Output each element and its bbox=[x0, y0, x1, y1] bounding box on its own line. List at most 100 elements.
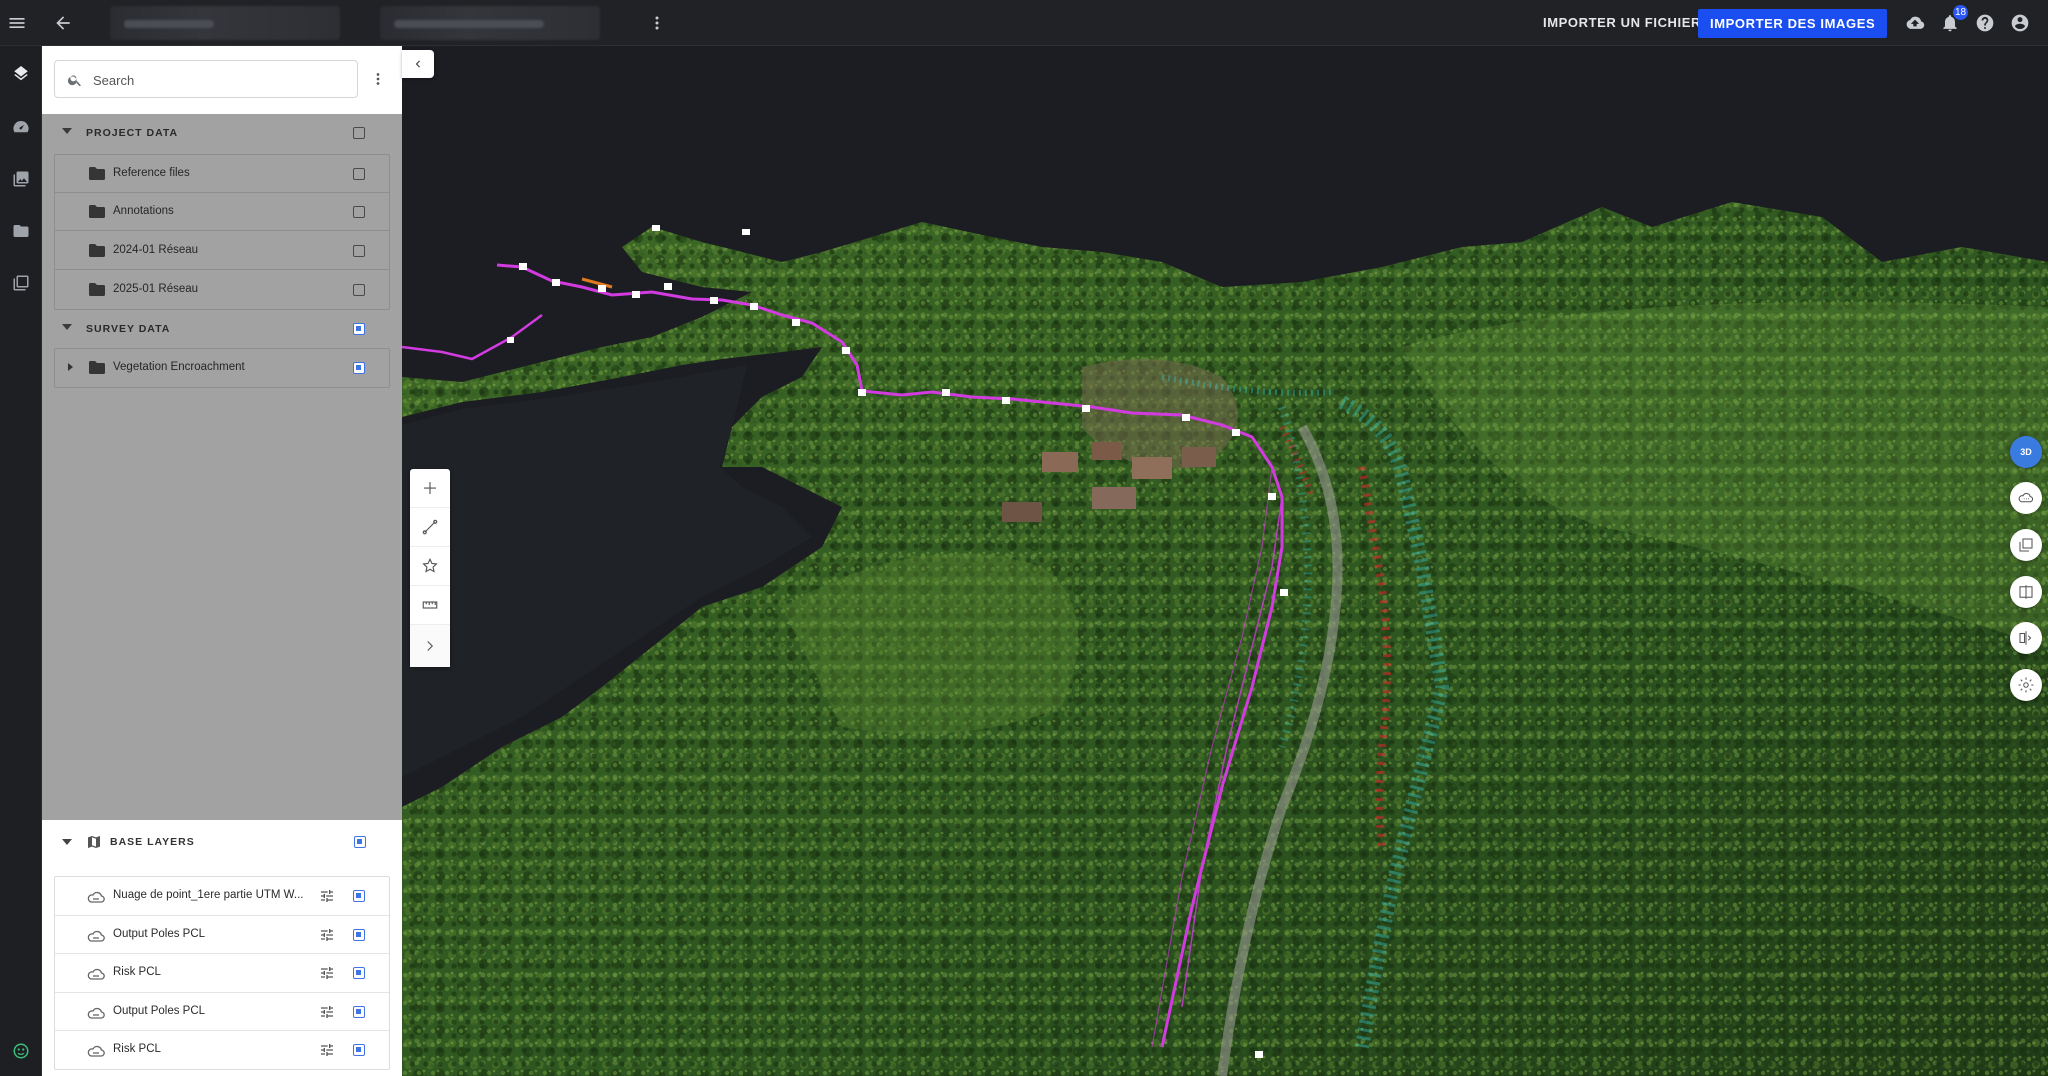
base-layers-title: BASE LAYERS bbox=[110, 836, 195, 848]
search-bar bbox=[42, 46, 402, 114]
point-cloud-icon bbox=[87, 890, 105, 903]
layer-row[interactable]: Output Poles PCL bbox=[55, 993, 389, 1031]
layer-row[interactable]: Nuage de point_1ere partie UTM W... bbox=[55, 877, 389, 916]
chevron-right-icon bbox=[427, 641, 434, 651]
layer-row[interactable]: Risk PCL bbox=[55, 954, 389, 993]
list-item-label: Annotations bbox=[113, 205, 174, 217]
item-checkbox[interactable] bbox=[353, 206, 365, 218]
base-layers-collapse-icon[interactable] bbox=[62, 839, 72, 845]
base-layers-checkbox[interactable] bbox=[354, 836, 366, 848]
base-layers-header: BASE LAYERS bbox=[42, 820, 402, 864]
settings-button[interactable] bbox=[2010, 669, 2042, 701]
list-item[interactable]: 2025-01 Réseau bbox=[55, 271, 389, 309]
copy-layers-icon[interactable] bbox=[6, 268, 36, 298]
chevron-left-icon bbox=[415, 60, 420, 68]
logo-icon[interactable] bbox=[6, 1036, 36, 1066]
more-vert-icon[interactable] bbox=[642, 8, 672, 38]
split-view-button[interactable] bbox=[2010, 576, 2042, 608]
import-file-button[interactable]: IMPORTER UN FICHIER bbox=[1543, 11, 1701, 35]
item-checkbox[interactable] bbox=[353, 245, 365, 257]
list-item[interactable]: Annotations bbox=[55, 193, 389, 231]
expand-toolbar-button[interactable] bbox=[410, 625, 450, 667]
folder-icon bbox=[89, 244, 105, 257]
cloud-icon[interactable] bbox=[1900, 8, 1930, 38]
tune-icon[interactable] bbox=[319, 965, 335, 981]
layers-icon[interactable] bbox=[6, 60, 36, 90]
view-3d-button[interactable]: 3D bbox=[2010, 436, 2042, 468]
project-data-collapse-icon[interactable] bbox=[62, 128, 72, 134]
survey-data-header: SURVEY DATA bbox=[42, 310, 402, 348]
search-input[interactable] bbox=[91, 69, 345, 91]
map-viewport[interactable] bbox=[402, 47, 2048, 1076]
stack-icon bbox=[2019, 538, 2033, 552]
layer-checkbox[interactable] bbox=[353, 890, 365, 902]
item-checkbox[interactable] bbox=[353, 284, 365, 296]
plus-icon bbox=[424, 482, 436, 494]
layer-label: Output Poles PCL bbox=[113, 1004, 206, 1017]
expand-arrow-icon[interactable] bbox=[68, 363, 73, 371]
account-icon[interactable] bbox=[2005, 8, 2035, 38]
layer-checkbox[interactable] bbox=[353, 967, 365, 979]
panel-more-icon[interactable] bbox=[366, 66, 390, 92]
add-point-tool[interactable] bbox=[410, 469, 450, 508]
ruler-tool[interactable] bbox=[410, 586, 450, 625]
top-bar: IMPORTER UN FICHIER IMPORTER DES IMAGES … bbox=[0, 0, 2048, 46]
folder-icon bbox=[89, 205, 105, 218]
polygon-star-icon bbox=[422, 557, 438, 573]
project-selector[interactable] bbox=[110, 6, 340, 40]
menu-icon[interactable] bbox=[2, 8, 32, 38]
survey-data-title: SURVEY DATA bbox=[86, 323, 171, 335]
search-box[interactable] bbox=[54, 60, 358, 98]
back-arrow-icon[interactable] bbox=[48, 8, 78, 38]
survey-data-collapse-icon[interactable] bbox=[62, 324, 72, 330]
list-item[interactable]: Vegetation Encroachment bbox=[55, 349, 389, 387]
swipe-compare-button[interactable] bbox=[2010, 622, 2042, 654]
collapse-panel-button[interactable] bbox=[402, 50, 434, 78]
line-tool[interactable] bbox=[410, 508, 450, 547]
list-item[interactable]: Reference files bbox=[55, 155, 389, 193]
survey-data-checkbox[interactable] bbox=[353, 323, 365, 335]
view-3d-label: 3D bbox=[2020, 447, 2032, 457]
cloud-points-icon bbox=[2018, 492, 2034, 503]
left-rail bbox=[0, 46, 42, 1076]
dataset-selector[interactable] bbox=[380, 6, 600, 40]
tune-icon[interactable] bbox=[319, 1042, 335, 1058]
photo-library-icon[interactable] bbox=[6, 164, 36, 194]
list-item-label: Vegetation Encroachment bbox=[113, 361, 245, 373]
import-images-button[interactable]: IMPORTER DES IMAGES bbox=[1698, 9, 1888, 38]
folder-icon[interactable] bbox=[6, 216, 36, 246]
layer-checkbox[interactable] bbox=[353, 1044, 365, 1056]
layer-row[interactable]: Risk PCL bbox=[55, 1031, 389, 1070]
project-data-title: PROJECT DATA bbox=[86, 127, 179, 139]
tune-icon[interactable] bbox=[319, 888, 335, 904]
list-item-label: Reference files bbox=[113, 167, 190, 179]
project-data-header: PROJECT DATA bbox=[42, 114, 402, 152]
tune-icon[interactable] bbox=[319, 1004, 335, 1020]
point-cloud-icon bbox=[87, 1044, 105, 1057]
layers-panel: PROJECT DATA Reference files Annotations… bbox=[42, 46, 402, 1076]
help-icon[interactable] bbox=[1970, 8, 2000, 38]
layer-row[interactable]: Output Poles PCL bbox=[55, 916, 389, 954]
project-data-checkbox[interactable] bbox=[353, 127, 365, 139]
item-checkbox[interactable] bbox=[353, 168, 365, 180]
layer-checkbox[interactable] bbox=[353, 1005, 365, 1018]
point-cloud-icon bbox=[87, 967, 105, 980]
speedometer-icon[interactable] bbox=[6, 112, 36, 142]
project-data-list: Reference files Annotations 2024-01 Rése… bbox=[54, 154, 390, 310]
polygon-tool[interactable] bbox=[410, 547, 450, 586]
point-cloud-icon bbox=[87, 1006, 105, 1019]
base-layers-list: Nuage de point_1ere partie UTM W... Outp… bbox=[54, 876, 390, 1070]
polyline-icon bbox=[422, 519, 438, 535]
tune-icon[interactable] bbox=[319, 927, 335, 943]
list-item[interactable]: 2024-01 Réseau bbox=[55, 232, 389, 270]
layers-compare-button[interactable] bbox=[2010, 529, 2042, 561]
swipe-icon bbox=[2019, 631, 2032, 645]
ruler-icon bbox=[422, 601, 438, 609]
point-cloud-toggle-button[interactable] bbox=[2010, 482, 2042, 514]
layer-checkbox[interactable] bbox=[353, 928, 365, 941]
search-icon bbox=[67, 75, 81, 87]
item-checkbox[interactable] bbox=[353, 362, 365, 374]
split-view-icon bbox=[2019, 585, 2033, 599]
list-item-label: 2024-01 Réseau bbox=[113, 244, 199, 256]
point-cloud-icon bbox=[87, 929, 105, 942]
